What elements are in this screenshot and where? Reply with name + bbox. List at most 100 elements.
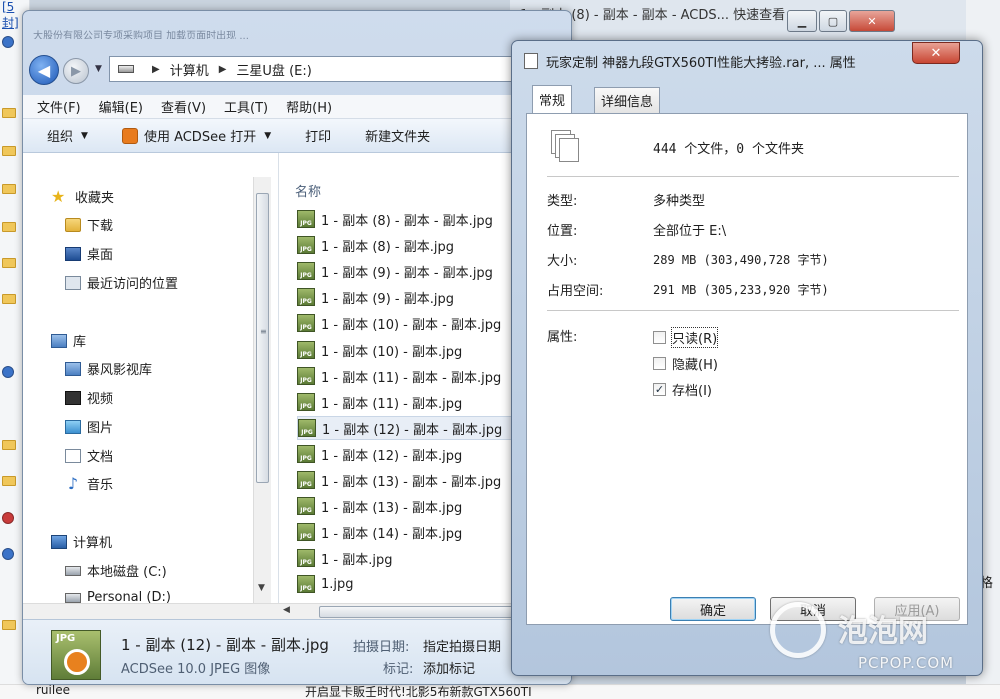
details-tag-value[interactable]: 添加标记	[423, 658, 475, 677]
nav-documents[interactable]: 文档	[65, 446, 113, 465]
file-name: 1 - 副本 (9) - 副本 - 副本.jpg	[321, 265, 493, 281]
nav-label: 库	[73, 335, 87, 350]
jpg-file-icon: JPG	[297, 549, 315, 567]
details-file-type: ACDSee 10.0 JPEG 图像	[121, 662, 271, 677]
file-name: 1 - 副本 (9) - 副本.jpg	[321, 291, 454, 307]
file-name: 1.jpg	[321, 576, 354, 592]
minimize-button[interactable]: ▁	[787, 10, 817, 32]
music-note-icon: ♪	[67, 473, 79, 493]
nav-scrollbar[interactable]: ≡ ▼	[253, 177, 271, 603]
nav-downloads[interactable]: 下载	[65, 215, 113, 234]
nav-pictures[interactable]: 图片	[65, 417, 113, 436]
nav-desktop[interactable]: 桌面	[65, 244, 113, 263]
column-header-name[interactable]: 名称	[295, 181, 321, 200]
explorer-window: 大股份有限公司专项采购项目 加载页面时出现 ... ◀ ▶ ▼ ▶ 计算机 ▶ …	[22, 10, 572, 685]
readonly-checkbox[interactable]: 只读(R)	[653, 327, 719, 348]
blue-circle-icon	[2, 366, 14, 378]
new-folder-button[interactable]: 新建文件夹	[365, 126, 430, 145]
breadcrumb-drive[interactable]: 三星U盘 (E:)	[236, 60, 311, 79]
history-dropdown-icon[interactable]: ▼	[95, 64, 102, 74]
watermark-logo-text: 泡泡网	[838, 614, 928, 649]
menu-edit[interactable]: 编辑(E)	[99, 97, 143, 116]
jpg-file-icon: JPG	[297, 236, 315, 254]
eye-icon	[64, 649, 90, 675]
envelope-icon	[2, 476, 16, 486]
open-with-label: 使用 ACDSee 打开	[143, 130, 257, 145]
nav-recent[interactable]: 最近访问的位置	[65, 273, 178, 292]
general-tab-panel: 444 个文件，0 个文件夹 类型: 多种类型 位置: 全部位于 E:\ 大小:…	[526, 113, 968, 625]
size-on-disk-value: 291 MB (305,233,920 字节)	[653, 283, 829, 297]
hard-disk-icon	[65, 592, 81, 603]
size-label: 大小:	[547, 254, 578, 269]
watermark-url: PCPOP.COM	[858, 654, 955, 672]
jpg-file-icon: JPG	[297, 523, 315, 541]
nav-label: 暴风影视库	[87, 363, 153, 378]
checkbox-box[interactable]: ✓	[653, 383, 666, 396]
menu-tools[interactable]: 工具(T)	[224, 97, 268, 116]
nav-videos[interactable]: 视频	[65, 388, 113, 407]
blue-circle-icon	[2, 548, 14, 560]
jpg-file-icon: JPG	[297, 497, 315, 515]
chevron-right-icon[interactable]: ▶	[152, 64, 160, 75]
background-bottom-strip: ruilee 开启显卡販壬时代!北影5布新款GTX560TI	[0, 683, 1000, 699]
recent-places-icon	[65, 275, 81, 290]
details-date-value[interactable]: 指定拍摄日期	[423, 636, 501, 655]
nav-libraries[interactable]: 库	[51, 331, 86, 350]
video-library-icon	[65, 361, 81, 376]
breadcrumb-computer[interactable]: 计算机	[170, 60, 209, 79]
address-bar[interactable]: ▶ 计算机 ▶ 三星U盘 (E:)	[109, 56, 569, 82]
envelope-icon	[2, 258, 16, 268]
hidden-checkbox[interactable]: 隐藏(H)	[653, 354, 718, 373]
nav-storm-video[interactable]: 暴风影视库	[65, 359, 152, 378]
menu-help[interactable]: 帮助(H)	[286, 97, 332, 116]
tab-general[interactable]: 常规	[532, 85, 573, 113]
open-with-acdsee-button[interactable]: 使用 ACDSee 打开 ▼	[121, 126, 272, 145]
file-name: 1 - 副本 (11) - 副本 - 副本.jpg	[321, 370, 502, 386]
drive-icon	[118, 65, 134, 73]
nav-label: 最近访问的位置	[87, 277, 179, 292]
close-button[interactable]: ✕	[912, 42, 960, 64]
organize-label: 组织	[47, 130, 74, 145]
attributes-label: 属性:	[547, 330, 578, 345]
navigation-pane: ★ 收藏夹 下载 桌面 最近访问的位置 库 暴风影视库 视频 图片 文档 ♪ 音乐 …	[23, 153, 279, 605]
scroll-left-icon[interactable]: ◀	[283, 605, 290, 615]
icon-label: JPG	[56, 633, 76, 644]
film-icon	[65, 390, 81, 405]
background-article-link[interactable]: 开启显卡販壬时代!北影5布新款GTX560TI	[305, 683, 532, 699]
maximize-button[interactable]: ▢	[819, 10, 847, 32]
type-value: 多种类型	[653, 194, 706, 209]
nav-music[interactable]: ♪ 音乐	[65, 474, 113, 493]
nav-scrollbar-thumb[interactable]	[256, 193, 269, 483]
ok-button[interactable]: 确定	[670, 597, 756, 621]
close-button[interactable]: ✕	[849, 10, 895, 32]
jpg-file-icon: JPG	[297, 314, 315, 332]
menu-view[interactable]: 查看(V)	[161, 97, 206, 116]
file-name: 1 - 副本 (13) - 副本.jpg	[321, 500, 463, 516]
nav-favorites[interactable]: ★ 收藏夹	[51, 187, 114, 206]
organize-button[interactable]: 组织 ▼	[47, 126, 88, 145]
chevron-right-icon[interactable]: ▶	[219, 64, 227, 75]
print-button[interactable]: 打印	[305, 126, 331, 145]
desktop-icon	[65, 246, 81, 261]
scroll-down-icon[interactable]: ▼	[258, 583, 265, 593]
checkbox-box[interactable]	[653, 357, 666, 370]
back-button[interactable]: ◀	[29, 55, 59, 85]
nav-local-disk[interactable]: 本地磁盘 (C:)	[65, 561, 167, 580]
menu-file[interactable]: 文件(F)	[37, 97, 81, 116]
jpg-file-icon: JPG	[297, 210, 315, 228]
dropdown-arrow-icon: ▼	[264, 130, 272, 141]
tab-details[interactable]: 详细信息	[594, 87, 661, 113]
checkbox-box[interactable]	[653, 331, 666, 344]
archive-checkbox[interactable]: ✓ 存档(I)	[653, 380, 712, 399]
nav-label: 视频	[87, 392, 114, 407]
envelope-icon	[2, 108, 16, 118]
nav-computer[interactable]: 计算机	[51, 532, 112, 551]
computer-icon	[51, 534, 67, 549]
library-icon	[51, 333, 67, 348]
hard-disk-icon	[65, 565, 81, 576]
forward-button[interactable]: ▶	[63, 58, 89, 84]
nav-horizontal-scrollbar[interactable]	[23, 603, 279, 619]
jpg-file-icon: JPG	[297, 445, 315, 463]
type-label: 类型:	[547, 194, 578, 209]
nav-label: 图片	[87, 421, 114, 436]
